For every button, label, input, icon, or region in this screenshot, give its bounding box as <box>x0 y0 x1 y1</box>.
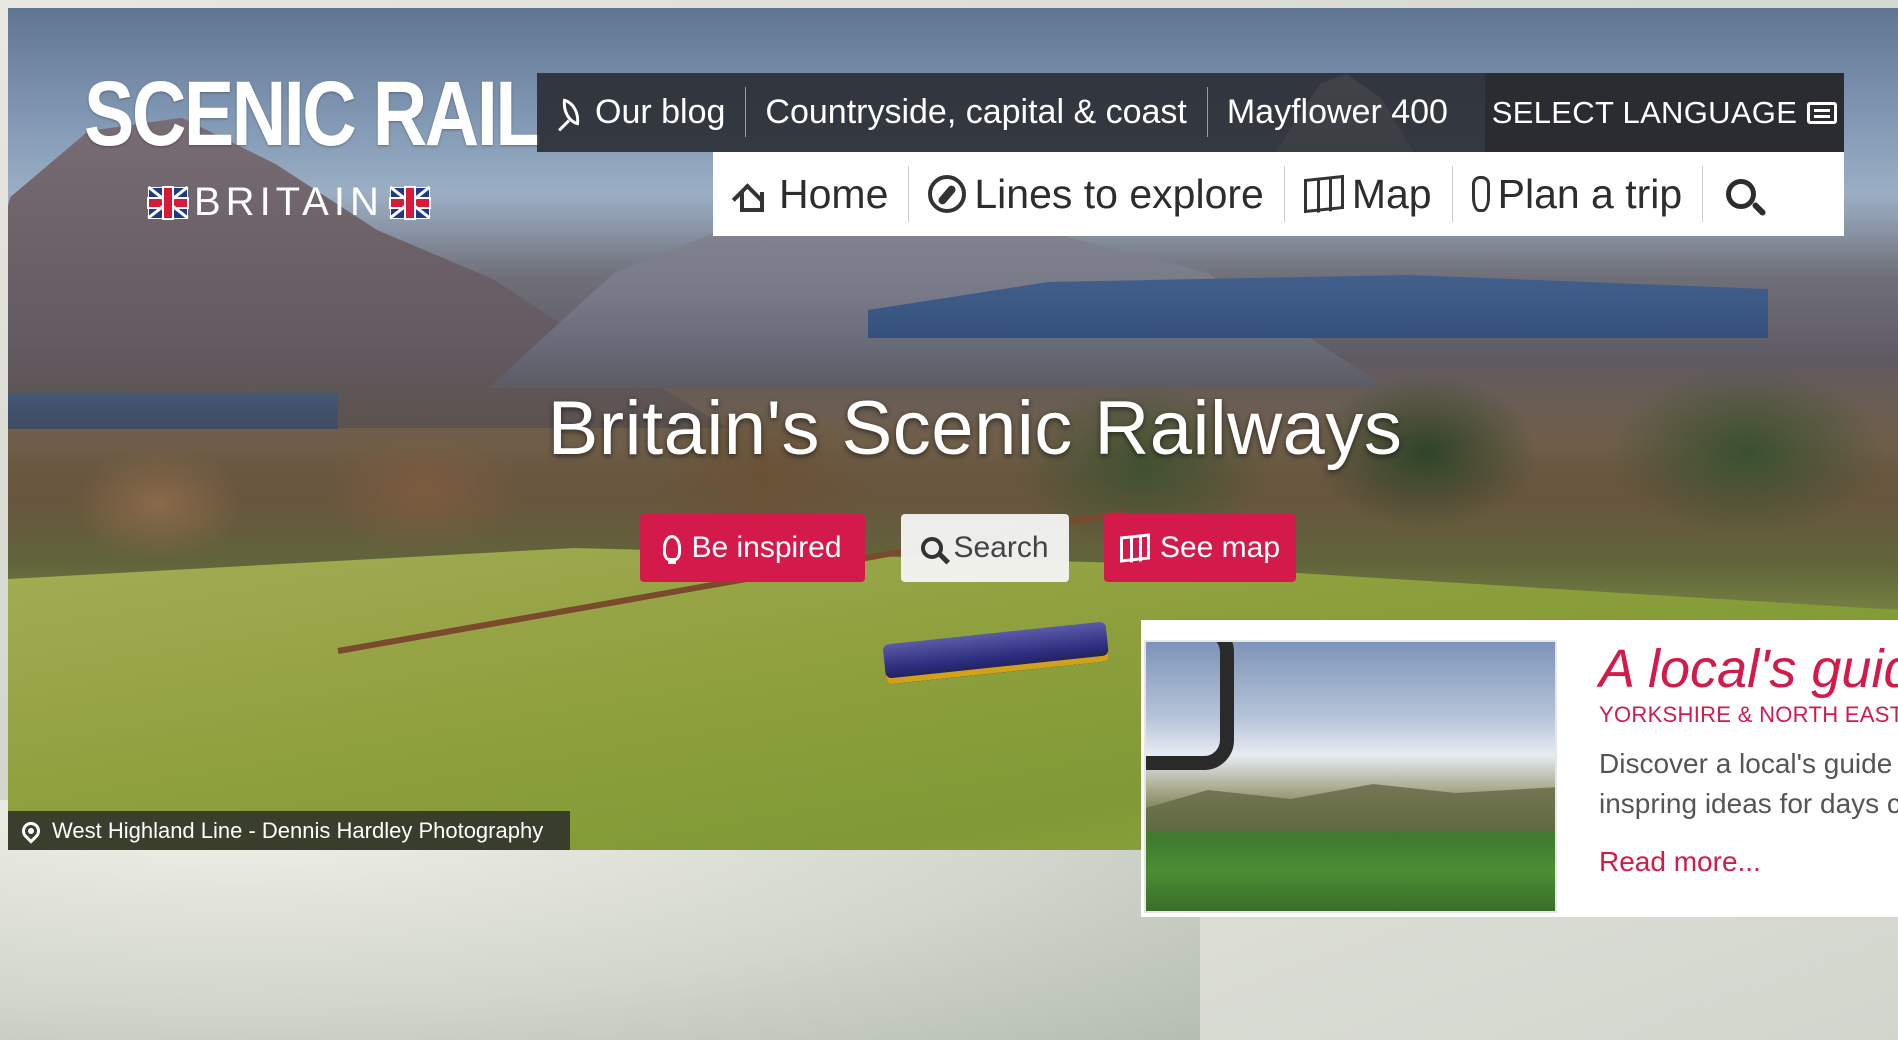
lightbulb-icon <box>663 535 682 564</box>
search-label: Search <box>953 531 1049 564</box>
article-description: Discover a local's guide inspring ideas … <box>1599 744 1898 824</box>
see-map-label: See map <box>1159 531 1281 564</box>
photo-caption-text: West Highland Line - Dennis Hardley Phot… <box>52 817 544 843</box>
logo-subtitle: BRITAIN <box>147 180 431 225</box>
be-inspired-button[interactable]: Be inspired <box>640 514 865 582</box>
article-card[interactable]: A local's guid YORKSHIRE & NORTH EAST Di… <box>1141 620 1898 917</box>
chat-icon <box>1807 101 1838 124</box>
home-icon <box>733 175 771 213</box>
map-icon <box>1303 174 1344 214</box>
article-region-tag: YORKSHIRE & NORTH EAST <box>1599 702 1898 727</box>
location-pin-icon <box>18 817 44 844</box>
photo-window-frame <box>1146 642 1234 770</box>
search-icon <box>921 537 944 559</box>
union-jack-icon <box>147 185 189 219</box>
top-nav-item-blog[interactable]: Our blog <box>537 73 745 152</box>
site-logo[interactable]: SCENIC RAIL BRITAIN <box>84 68 541 238</box>
compass-icon <box>928 175 967 213</box>
article-photo[interactable] <box>1144 640 1557 913</box>
nav-label: Home <box>779 170 889 217</box>
be-inspired-label: Be inspired <box>691 531 842 564</box>
article-title[interactable]: A local's guid <box>1599 638 1898 700</box>
see-map-button[interactable]: See map <box>1104 514 1296 582</box>
photo-hills <box>1146 784 1555 832</box>
feather-icon <box>557 98 587 128</box>
nav-item-lines[interactable]: Lines to explore <box>908 152 1283 236</box>
top-nav: Our blog Countryside, capital & coast Ma… <box>537 73 1844 152</box>
nav-search-button[interactable] <box>1702 152 1780 236</box>
logo-title: SCENIC RAIL <box>84 63 541 165</box>
top-nav-item-mayflower[interactable]: Mayflower 400 <box>1206 73 1468 152</box>
nav-item-map[interactable]: Map <box>1283 152 1452 236</box>
map-icon <box>1119 533 1150 563</box>
top-nav-label: Mayflower 400 <box>1226 93 1448 131</box>
nav-label: Map <box>1351 170 1432 217</box>
pen-icon <box>1471 176 1490 212</box>
hero-title: Britain's Scenic Railways <box>547 386 1403 471</box>
search-button[interactable]: Search <box>901 514 1069 582</box>
top-nav-item-countryside[interactable]: Countryside, capital & coast <box>745 73 1206 152</box>
search-icon <box>1726 179 1757 209</box>
article-description-line: inspring ideas for days c <box>1599 788 1898 819</box>
read-more-link[interactable]: Read more... <box>1599 846 1761 878</box>
photo-caption: West Highland Line - Dennis Hardley Phot… <box>8 811 570 850</box>
nav-label: Plan a trip <box>1497 170 1683 217</box>
main-nav: Home Lines to explore Map Plan a trip <box>713 152 1844 236</box>
logo-subtitle-text: BRITAIN <box>194 180 384 224</box>
top-nav-label: Our blog <box>595 93 726 131</box>
select-language-label: SELECT LANGUAGE <box>1491 94 1798 130</box>
nav-item-home[interactable]: Home <box>713 152 908 236</box>
select-language-button[interactable]: SELECT LANGUAGE <box>1485 73 1844 152</box>
top-nav-label: Countryside, capital & coast <box>765 93 1187 131</box>
union-jack-icon <box>389 185 431 219</box>
article-description-line: Discover a local's guide <box>1599 748 1893 779</box>
nav-item-plan[interactable]: Plan a trip <box>1451 152 1703 236</box>
nav-label: Lines to explore <box>974 170 1264 217</box>
